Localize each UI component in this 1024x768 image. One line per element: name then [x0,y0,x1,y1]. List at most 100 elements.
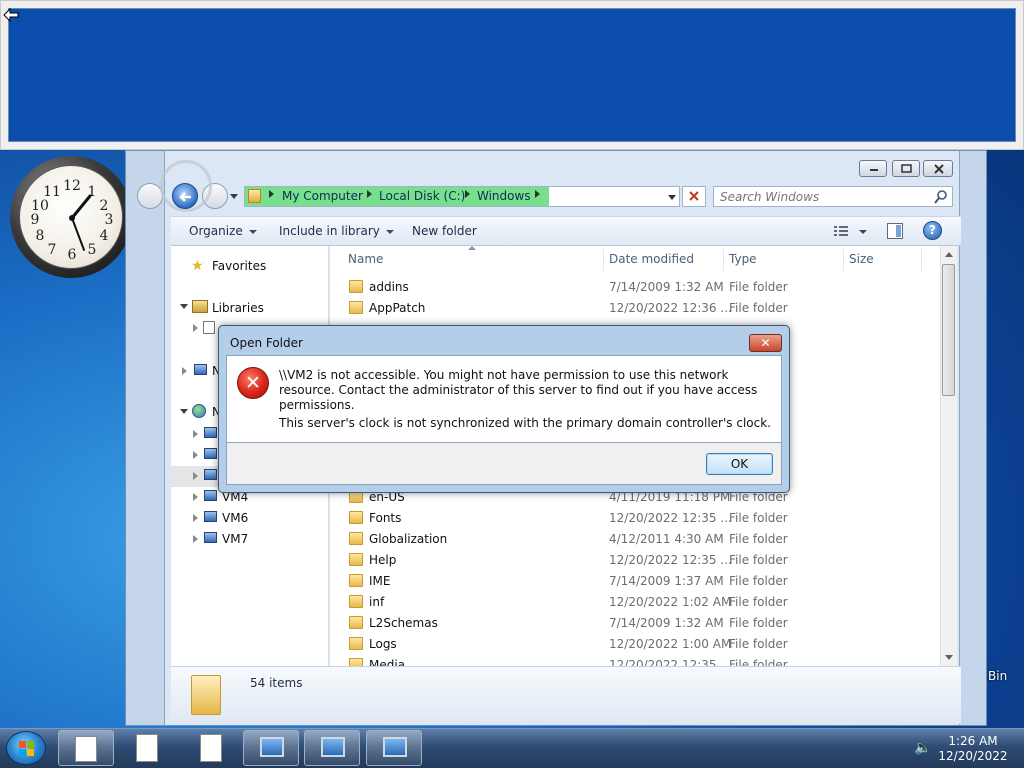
vertical-scrollbar[interactable] [940,246,957,666]
file-name: Logs [369,637,397,651]
file-name: Globalization [369,532,448,546]
minimize-button[interactable] [859,160,887,177]
breadcrumb-local-disk[interactable]: Local Disk (C:) [379,189,465,203]
volume-icon[interactable]: 🔈 [914,740,931,756]
column-divider[interactable] [843,249,844,271]
libraries-icon [192,300,208,313]
help-icon[interactable]: ? [923,221,942,240]
expand-icon[interactable] [180,304,188,309]
chevron-right-icon[interactable] [465,190,470,198]
include-in-library-menu[interactable]: Include in library [279,224,394,238]
expand-icon[interactable] [193,324,198,332]
expand-icon[interactable] [193,472,198,480]
scrollbar-thumb[interactable] [942,264,955,396]
dialog-close-button[interactable]: ✕ [749,334,782,352]
chevron-right-icon[interactable] [269,190,274,198]
recycle-bin-label[interactable]: Bin [988,669,1007,683]
column-divider[interactable] [921,249,922,271]
clock-minute-hand [71,217,85,251]
scroll-up-icon[interactable] [945,252,953,257]
clock-number: 5 [88,242,97,258]
table-row[interactable]: Media 12/20/2022 12:35 ... File folder [330,655,940,666]
file-date: 12/20/2022 1:02 AM [609,595,732,609]
column-name[interactable]: Name [348,252,383,266]
network-monitor-icon [383,737,407,757]
close-window-button[interactable] [923,160,953,177]
expand-icon[interactable] [182,367,187,375]
search-input[interactable] [720,187,930,206]
folder-icon [248,189,261,203]
search-icon[interactable] [933,189,949,205]
recent-pages-dropdown-icon[interactable] [230,194,238,199]
remote-desktop-canvas[interactable] [8,8,1016,142]
organize-menu[interactable]: Organize [189,224,257,238]
view-dropdown-icon[interactable] [859,230,867,234]
file-type: File folder [729,616,788,630]
start-button[interactable] [6,731,46,765]
file-date: 12/20/2022 1:00 AM [609,637,732,651]
column-size[interactable]: Size [849,252,874,266]
table-row[interactable]: Fonts 12/20/2022 12:35 ... File folder [330,508,940,529]
table-row[interactable]: IME 7/14/2009 1:37 AM File folder [330,571,940,592]
file-type: File folder [729,637,788,651]
taskbar-network[interactable] [366,730,422,766]
table-row[interactable]: L2Schemas 7/14/2009 1:32 AM File folder [330,613,940,634]
include-label: Include in library [279,224,380,238]
error-dialog: Open Folder ✕ ✕ \\VM2 is not accessible.… [218,325,790,493]
nav-vm7[interactable]: VM7 [222,532,248,546]
stop-button[interactable] [682,186,706,207]
file-name: AppPatch [369,301,426,315]
table-row[interactable]: addins 7/14/2009 1:32 AM File folder [330,277,940,298]
column-date-modified[interactable]: Date modified [609,252,694,266]
system-clock[interactable]: 1:26 AM 12/20/2022 [935,734,1011,764]
taskbar-control-panel[interactable] [304,730,360,766]
clock-number: 10 [31,198,49,214]
breadcrumb-my-computer[interactable]: My Computer [282,189,363,203]
expand-icon[interactable] [193,535,198,543]
table-row[interactable]: inf 12/20/2022 1:02 AM File folder [330,592,940,613]
folder-icon [349,658,363,666]
column-type[interactable]: Type [729,252,757,266]
clock-gadget[interactable]: 12 1 2 3 4 5 6 7 8 9 10 11 [10,156,132,278]
preview-pane-icon[interactable] [887,223,903,239]
breadcrumb-windows[interactable]: Windows [477,189,531,203]
nav-favorites[interactable]: Favorites [212,259,266,273]
table-row[interactable]: Logs 12/20/2022 1:00 AM File folder [330,634,940,655]
dialog-body: ✕ \\VM2 is not accessible. You might not… [226,355,782,443]
search-box[interactable] [713,186,953,207]
ok-button[interactable]: OK [706,453,773,475]
chevron-right-icon[interactable] [367,190,372,198]
expand-icon[interactable] [193,430,198,438]
scroll-down-icon[interactable] [945,655,953,660]
taskbar-document-2[interactable] [136,734,158,762]
taskbar-document-1[interactable] [58,730,114,766]
network-icon [192,404,206,418]
star-icon: ★ [191,258,204,274]
address-bar[interactable]: My Computer Local Disk (C:) Windows [244,186,680,207]
table-row[interactable]: Globalization 4/12/2011 4:30 AM File fol… [330,529,940,550]
new-folder-button[interactable]: New folder [412,224,477,238]
view-options-icon[interactable] [833,224,849,238]
file-name: L2Schemas [369,616,438,630]
nav-libraries[interactable]: Libraries [212,301,264,315]
file-type: File folder [729,301,788,315]
address-dropdown-icon[interactable] [668,195,676,200]
expand-icon[interactable] [193,451,198,459]
taskbar-document-3[interactable] [200,734,222,762]
dialog-footer: OK [226,443,782,485]
close-icon [689,191,699,201]
file-type: File folder [729,511,788,525]
column-divider[interactable] [603,249,604,271]
folder-icon [349,595,363,608]
nav-vm6[interactable]: VM6 [222,511,248,525]
chevron-right-icon[interactable] [535,190,540,198]
expand-icon[interactable] [180,409,188,414]
folder-icon [349,637,363,650]
expand-icon[interactable] [193,493,198,501]
table-row[interactable]: AppPatch 12/20/2022 12:36 ... File folde… [330,298,940,319]
expand-icon[interactable] [193,514,198,522]
maximize-button[interactable] [892,160,920,177]
taskbar-remote-desktop[interactable] [243,730,299,766]
table-row[interactable]: Help 12/20/2022 12:35 ... File folder [330,550,940,571]
column-divider[interactable] [723,249,724,271]
